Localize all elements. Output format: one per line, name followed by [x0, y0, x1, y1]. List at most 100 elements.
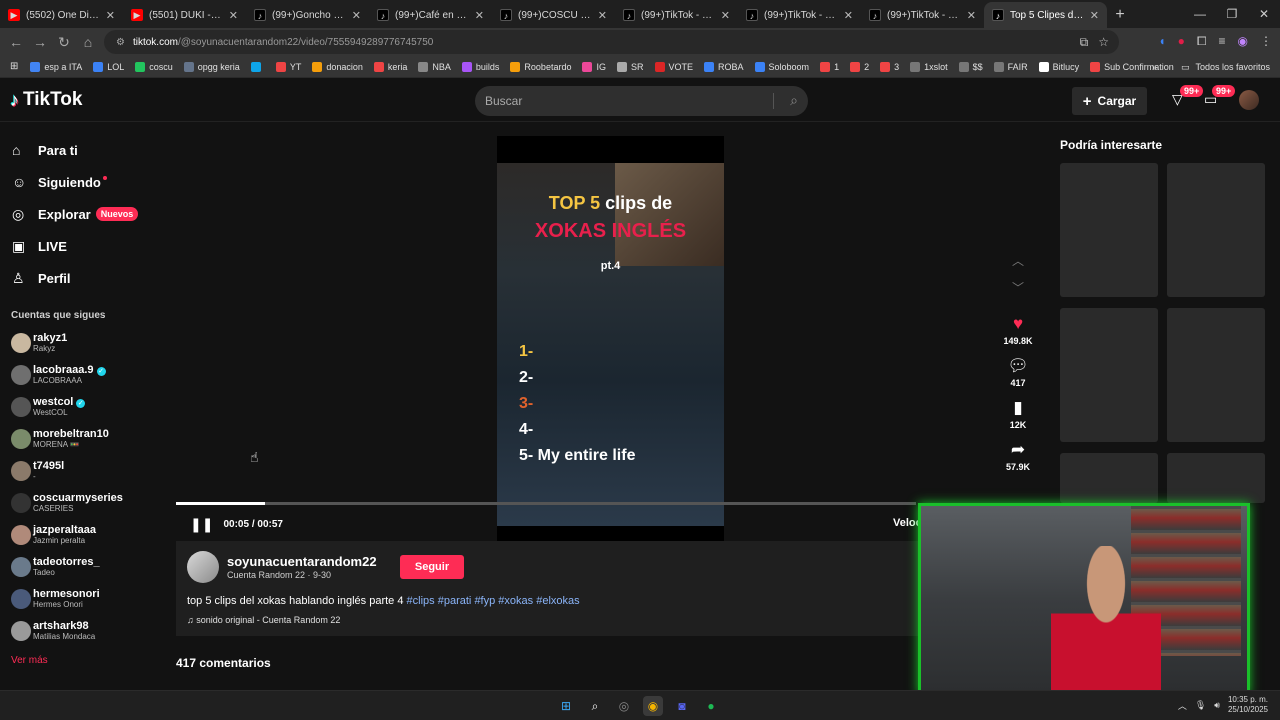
app-icon[interactable]: ◎ — [614, 696, 634, 716]
comment-action[interactable]: 💬︎ 417 — [998, 356, 1038, 388]
cast-icon[interactable]: ⧉ — [1080, 35, 1089, 50]
extension-icon[interactable]: ◖ — [1158, 34, 1165, 49]
browser-tab[interactable]: ▶ (5501) DUKI - 2Tonos ✕ — [123, 2, 246, 28]
bookmark-item[interactable]: IG — [582, 61, 606, 72]
windows-start-icon[interactable]: ⊞ — [556, 696, 576, 716]
home-browser-icon[interactable]: ⌂ — [76, 34, 100, 50]
recommendation-card[interactable] — [1060, 453, 1158, 503]
hashtag-link[interactable]: #fyp — [474, 595, 495, 607]
bookmark-item[interactable]: 2 — [850, 61, 869, 72]
followed-account[interactable]: hermesonori Hermes Onori — [0, 583, 160, 615]
tray-chevron-icon[interactable]: ︿ — [1178, 699, 1187, 712]
menu-kebab-icon[interactable]: ⋮ — [1260, 34, 1272, 49]
tab-close-icon[interactable]: ✕ — [844, 9, 853, 22]
bookmark-item[interactable]: NBA — [418, 61, 451, 72]
extension-icon[interactable]: ● — [1178, 34, 1185, 49]
speaker-icon[interactable]: 🔊︎ — [1214, 700, 1220, 711]
media-icon[interactable]: ≡ — [1219, 34, 1226, 49]
back-icon[interactable]: ← — [4, 34, 28, 50]
share-icon[interactable]: ➦ — [998, 440, 1038, 462]
browser-tab[interactable]: ♪ (99+)COSCU (@adict ✕ — [492, 2, 615, 28]
minimize-icon[interactable]: — — [1184, 0, 1216, 28]
tab-close-icon[interactable]: ✕ — [967, 9, 976, 22]
clock[interactable]: 10:35 p. m. 25/10/2025 — [1228, 695, 1268, 715]
followed-account[interactable]: tadeotorres_ Tadeo — [0, 551, 160, 583]
chevron-up-icon[interactable]: ︿ — [998, 252, 1038, 269]
apps-grid-icon[interactable]: ⊞ — [10, 61, 18, 72]
bookmark-item[interactable]: builds — [461, 61, 499, 72]
sidebar-item-compass[interactable]: ◎ Explorar Nuevos — [0, 198, 160, 230]
followed-account[interactable]: coscuarmyseries CASERIES — [0, 487, 160, 519]
video-progress-bar[interactable] — [176, 502, 916, 505]
tab-close-icon[interactable]: ✕ — [1090, 9, 1099, 22]
bookmark-item[interactable]: $$ — [958, 61, 983, 72]
followed-account[interactable]: jazperaltaaa Jazmin peralta — [0, 519, 160, 551]
forward-icon[interactable]: → — [28, 34, 52, 50]
bookmark-item[interactable]: YT — [275, 61, 301, 72]
sound-link[interactable]: ♫ sonido original - Cuenta Random 22 — [187, 615, 340, 625]
browser-tab[interactable]: ♪ (99+)TikTok - Make Y ✕ — [615, 2, 738, 28]
chrome-icon[interactable]: ◉ — [643, 696, 663, 716]
bookmark-item[interactable]: Soloboom — [754, 61, 809, 72]
bookmark-item[interactable]: FAIR — [993, 61, 1028, 72]
microphone-icon[interactable]: 🎙︎ — [1195, 700, 1206, 711]
bookmark-item[interactable]: 1xslot — [910, 61, 948, 72]
bookmarks-overflow-icon[interactable]: » — [1152, 62, 1157, 72]
all-bookmarks-label[interactable]: Todos los favoritos — [1195, 62, 1270, 72]
bookmark-item[interactable] — [250, 61, 265, 72]
spotify-icon[interactable]: ● — [701, 696, 721, 716]
bookmark-item[interactable]: opgg keria — [183, 61, 240, 72]
bookmark-item[interactable]: SR — [616, 61, 644, 72]
recommendation-card[interactable] — [1060, 163, 1158, 297]
search-taskbar-icon[interactable]: ⌕ — [585, 696, 605, 716]
site-info-icon[interactable]: ⚙ — [116, 37, 125, 48]
bookmark-item[interactable]: 1 — [820, 61, 839, 72]
bookmark-item[interactable]: Roobetardo — [510, 61, 571, 72]
bookmark-item[interactable]: donacion — [312, 61, 363, 72]
recommendation-card[interactable] — [1167, 163, 1265, 297]
followed-account[interactable]: lacobraaa.9 ✓ LACOBRAAA — [0, 359, 160, 391]
browser-tab[interactable]: ♪ Top 5 Clipes de B ✕ — [984, 2, 1107, 28]
bookmark-item[interactable]: coscu — [135, 61, 173, 72]
like-action[interactable]: ♥ 149.8K — [998, 314, 1038, 346]
tab-close-icon[interactable]: ✕ — [721, 9, 730, 22]
browser-tab[interactable]: ♪ (99+)TikTok - Make Y ✕ — [861, 2, 984, 28]
tab-close-icon[interactable]: ✕ — [352, 9, 361, 22]
reload-icon[interactable]: ↻ — [52, 34, 76, 51]
hashtag-link[interactable]: #parati — [438, 595, 472, 607]
chevron-down-icon[interactable]: ﹀ — [998, 279, 1038, 296]
recommendation-card[interactable] — [1167, 453, 1265, 503]
save-action[interactable]: ▮ 12K — [998, 398, 1038, 430]
tab-close-icon[interactable]: ✕ — [229, 9, 238, 22]
heart-icon[interactable]: ♥ — [998, 314, 1038, 336]
followed-account[interactable]: morebeltran10 MORENA 🚥 — [0, 423, 160, 455]
see-more-link[interactable]: Ver más — [11, 655, 160, 666]
followed-account[interactable]: t7495l - — [0, 455, 160, 487]
share-action[interactable]: ➦ 57.9K — [998, 440, 1038, 472]
puzzle-icon[interactable]: ⧠ — [1197, 34, 1207, 49]
bookmark-item[interactable]: 3 — [880, 61, 899, 72]
close-window-icon[interactable]: ✕ — [1248, 0, 1280, 28]
browser-tab[interactable]: ▶ (5502) One Direction ✕ — [0, 2, 123, 28]
restore-icon[interactable]: ❐ — [1216, 0, 1248, 28]
user-avatar[interactable] — [1239, 90, 1259, 110]
followed-account[interactable]: rakyz1 Rakyz — [0, 327, 160, 359]
bookmark-item[interactable]: keria — [373, 61, 407, 72]
upload-button[interactable]: + Cargar — [1072, 87, 1147, 115]
sidebar-item-profile[interactable]: ♙ Perfil — [0, 262, 160, 294]
pause-icon[interactable]: ❚❚ — [190, 516, 213, 533]
bookmark-item[interactable]: Bitlucy — [1038, 61, 1079, 72]
search-input[interactable]: Buscar ⌕ — [475, 86, 808, 116]
author-name[interactable]: soyunacuentarandom22 — [227, 554, 377, 569]
comment-icon[interactable]: 💬︎ — [998, 356, 1038, 378]
profile-avatar[interactable]: ◉ — [1238, 34, 1248, 49]
author-avatar[interactable] — [187, 551, 219, 583]
tab-close-icon[interactable]: ✕ — [598, 9, 607, 22]
video-frame[interactable]: TOP 5 clips de XOKAS INGLÉS pt.4 1- 2- 3… — [497, 136, 724, 541]
followed-account[interactable]: westcol ✓ WestCOL — [0, 391, 160, 423]
hashtag-link[interactable]: #clips — [407, 595, 435, 607]
tab-close-icon[interactable]: ✕ — [106, 9, 115, 22]
sidebar-item-home[interactable]: ⌂ Para ti — [0, 134, 160, 166]
search-icon[interactable]: ⌕ — [790, 92, 798, 109]
browser-tab[interactable]: ♪ (99+)Café en pocillo ✕ — [369, 2, 492, 28]
